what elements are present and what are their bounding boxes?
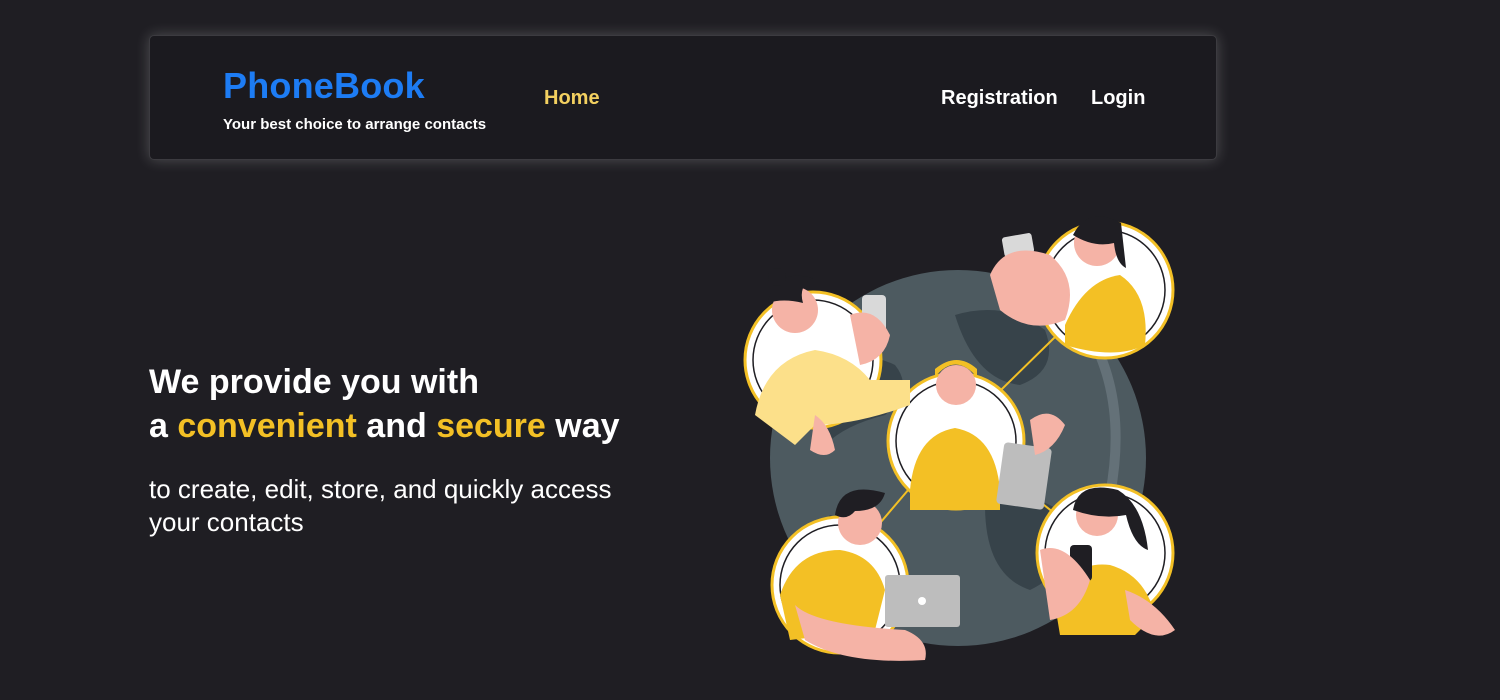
tagline: Your best choice to arrange contacts [223,116,487,133]
hero-accent-secure: secure [436,407,546,445]
people-network-globe-illustration [743,216,1175,661]
hero-heading-line2: a convenient and secure way [149,404,620,448]
navbar: PhoneBook Your best choice to arrange co… [149,35,1217,160]
nav-home-link[interactable]: Home [544,87,600,110]
hero-text-a: a [149,407,178,445]
hero-text-and: and [356,407,437,445]
bottom-right-person-avatar [1035,483,1175,636]
hero-heading: We provide you with a convenient and sec… [149,360,620,448]
hero-subtitle: to create, edit, store, and quickly acce… [149,474,612,537]
nav-login-link[interactable]: Login [1091,87,1145,110]
nav-registration-link[interactable]: Registration [941,87,1058,110]
hero-accent-convenient: convenient [177,407,357,445]
logo[interactable]: PhoneBook [223,66,425,106]
hero-text-way: way [545,407,620,445]
hero-heading-line1: We provide you with [149,363,479,401]
